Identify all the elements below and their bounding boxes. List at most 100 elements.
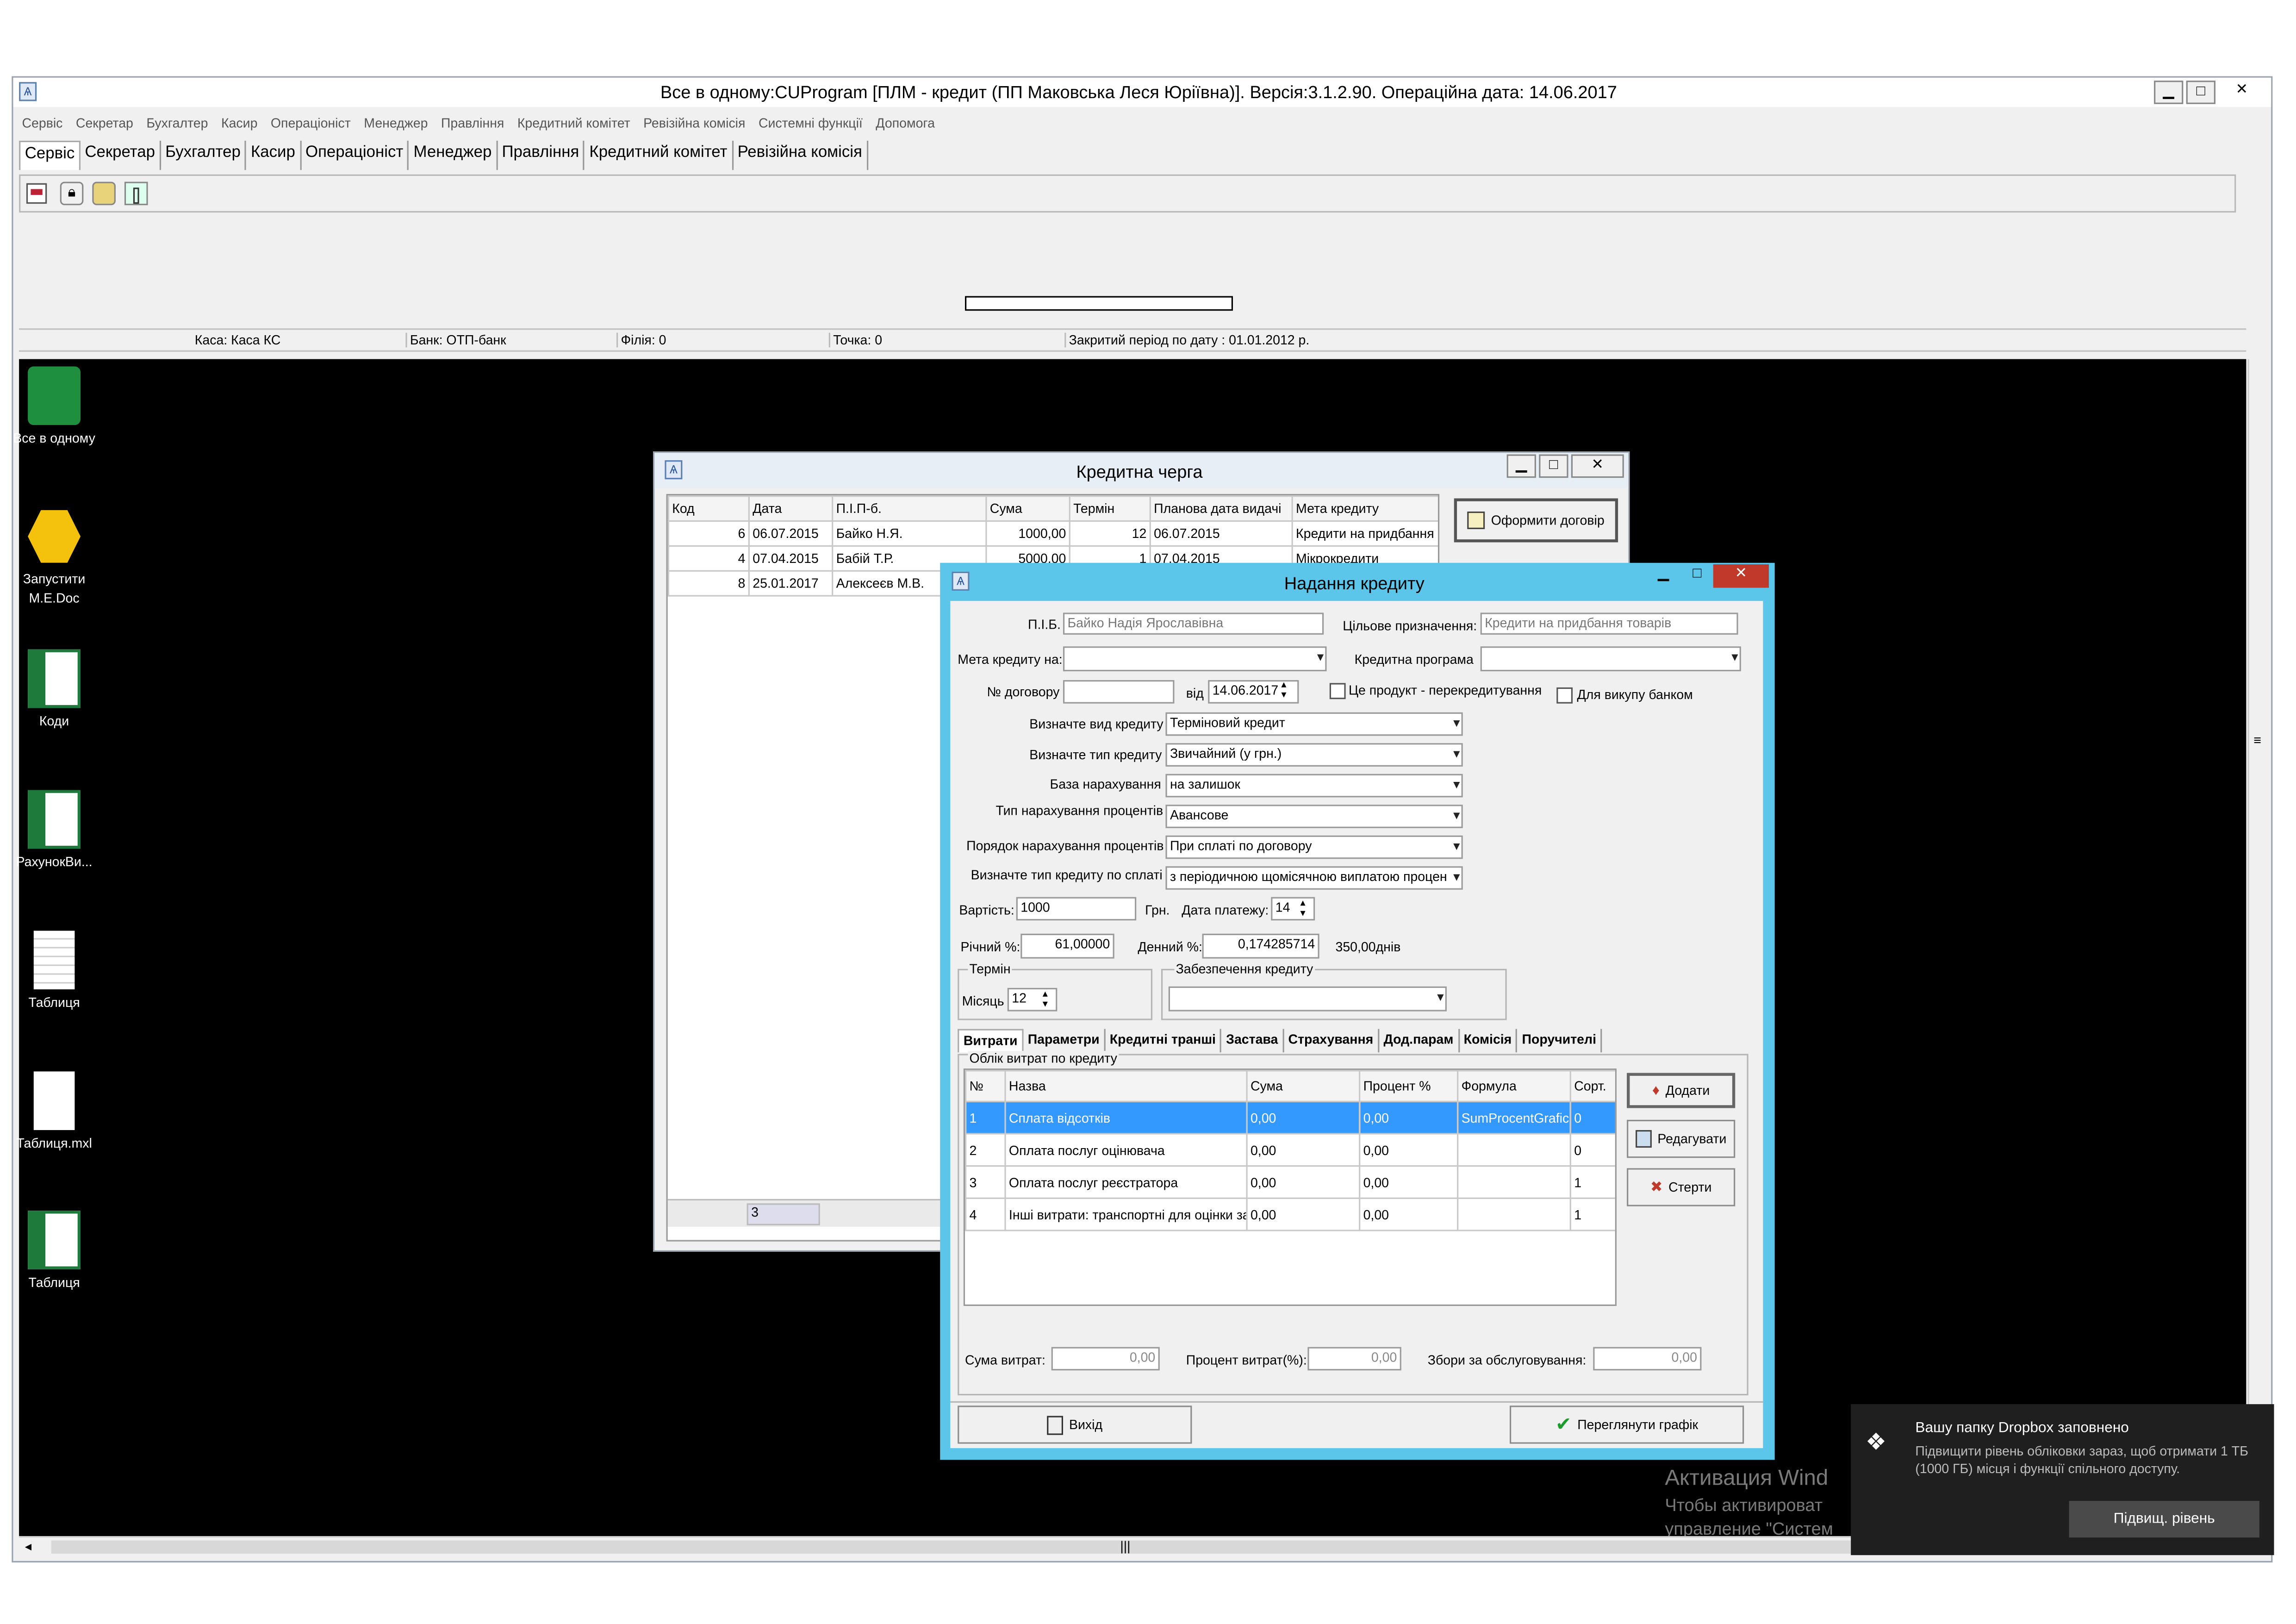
table-row[interactable]: 3 Оплата послуг реєстратора 0,00 0,00 1 — [965, 1165, 1615, 1199]
menu-item[interactable]: Секретар — [76, 116, 133, 136]
order-combo[interactable]: При сплаті по договору — [1165, 835, 1463, 859]
make-contract-button[interactable]: Оформити договір — [1454, 498, 1618, 543]
interest-type-combo[interactable]: Авансове — [1165, 805, 1463, 828]
repay-combo[interactable]: з періодичною щомісячною виплатою процен — [1165, 866, 1463, 890]
menu-item[interactable]: Операціоніст — [271, 116, 351, 136]
credit-tab[interactable]: Поручителі — [1518, 1029, 1602, 1053]
month-spinner-icon[interactable]: ▴ ▾ — [1043, 989, 1048, 1010]
column-header[interactable]: Формула — [1457, 1070, 1571, 1102]
credit-tab[interactable]: Витрати — [958, 1029, 1024, 1053]
column-header[interactable]: П.І.П-б. — [832, 495, 987, 522]
column-header[interactable]: Термін — [1069, 495, 1151, 522]
scroll-left-icon[interactable]: ◂ — [25, 1539, 31, 1555]
buyout-checkbox[interactable] — [1556, 687, 1573, 704]
type-combo[interactable]: Звичайний (у грн.) — [1165, 743, 1463, 767]
menu-item[interactable]: Допомога — [876, 116, 935, 136]
tab-item[interactable]: Касир — [247, 140, 301, 170]
pib-field[interactable]: Байко Надія Ярославівна — [1063, 612, 1324, 635]
menu-item[interactable]: Бухгалтер — [146, 116, 208, 136]
maximize-button[interactable]: □ — [1682, 564, 1711, 588]
month-field[interactable]: 12 — [1007, 987, 1058, 1012]
minimize-button[interactable]: ▁ — [1506, 454, 1536, 478]
tab-item[interactable]: Секретар — [81, 140, 161, 170]
column-header[interactable]: Процент % — [1359, 1070, 1459, 1102]
tab-item[interactable]: Сервіс — [19, 140, 81, 170]
vertical-scrollbar[interactable]: ≡ — [2247, 359, 2270, 1537]
menu-item[interactable]: Системні функції — [759, 116, 863, 136]
table-row[interactable]: 6 06.07.2015 Байко Н.Я. 1000,00 12 06.07.2015… — [667, 520, 1438, 547]
desktop-shortcut[interactable]: Таблиця — [10, 931, 98, 1012]
schedule-button[interactable]: ✔ Переглянути графік — [1509, 1405, 1744, 1444]
column-header[interactable]: Сума — [1246, 1070, 1361, 1102]
maximize-button[interactable]: □ — [1539, 454, 1568, 478]
table-row[interactable]: 2 Оплата послуг оцінювача 0,00 0,00 0 — [965, 1133, 1615, 1167]
tab-item[interactable]: Бухгалтер — [161, 140, 247, 170]
program-combo[interactable] — [1480, 646, 1741, 672]
base-combo[interactable]: на залишок — [1165, 774, 1463, 798]
column-header[interactable]: Мета кредиту — [1291, 495, 1438, 522]
column-header[interactable]: № — [965, 1070, 1006, 1102]
credit-tab[interactable]: Дод.парам — [1379, 1029, 1460, 1053]
add-button[interactable]: ♦ Додати — [1627, 1073, 1736, 1108]
column-header[interactable]: Назва — [1004, 1070, 1248, 1102]
tab-item[interactable]: Менеджер — [409, 140, 498, 170]
column-header[interactable]: Планова дата видачі — [1149, 495, 1293, 522]
lock-icon[interactable]: 🔒︎ — [60, 181, 84, 206]
exit-door-icon[interactable] — [124, 181, 148, 206]
menu-item[interactable]: Кредитний комітет — [517, 116, 630, 136]
close-button[interactable]: ✕ — [2227, 81, 2256, 104]
column-header[interactable]: Сума — [985, 495, 1070, 522]
tab-item[interactable]: Операціоніст — [301, 140, 410, 170]
minimize-button[interactable]: ▁ — [2154, 81, 2184, 104]
menu-item[interactable]: Сервіс — [22, 116, 62, 136]
contract-number-field[interactable] — [1063, 680, 1175, 704]
desktop-shortcut[interactable]: Таблиця — [10, 1211, 98, 1293]
tab-item[interactable]: Правління — [498, 140, 585, 170]
column-header[interactable]: Сорт. — [1569, 1070, 1615, 1102]
table-row[interactable]: 4 Інші витрати: транспортні для оцінки за… — [965, 1197, 1615, 1231]
maximize-button[interactable]: □ — [2186, 81, 2215, 104]
credit-tab[interactable]: Кредитні транші — [1105, 1029, 1222, 1053]
close-button[interactable]: ✕ — [1713, 564, 1769, 588]
tab-item[interactable]: Ревізійна комісія — [733, 140, 868, 170]
pct-field[interactable]: 0,00 — [1307, 1347, 1401, 1371]
goal-combo[interactable] — [1063, 646, 1327, 672]
date-spinner-icon[interactable]: ▴ ▾ — [1281, 680, 1286, 700]
desktop-shortcut[interactable]: Таблиця.mxl — [10, 1071, 98, 1153]
sum-field[interactable]: 0,00 — [1051, 1347, 1160, 1371]
refinance-checkbox[interactable] — [1329, 683, 1346, 700]
credit-tab[interactable]: Комісія — [1459, 1029, 1518, 1053]
kind-combo[interactable]: Терміновий кредит — [1165, 712, 1463, 736]
column-header[interactable]: Дата — [748, 495, 834, 522]
credit-tab[interactable]: Застава — [1222, 1029, 1284, 1053]
desktop-shortcut[interactable]: РахунокВи... — [10, 790, 98, 872]
close-button[interactable]: ✕ — [1571, 454, 1624, 478]
pay-date-field[interactable]: 14 — [1271, 897, 1315, 921]
desktop-shortcut[interactable]: Коди — [10, 649, 98, 731]
delete-button[interactable]: ✖ Стерти — [1627, 1168, 1736, 1206]
menu-item[interactable]: Ревізійна комісія — [643, 116, 745, 136]
edit-button[interactable]: Редагувати — [1627, 1119, 1736, 1158]
credit-tab[interactable]: Страхування — [1284, 1029, 1379, 1053]
users-icon[interactable] — [92, 181, 116, 206]
annual-field[interactable]: 61,00000 — [1020, 933, 1114, 959]
dropbox-toast[interactable]: ❖ Вашу папку Dropbox заповнено Підвищити… — [1851, 1404, 2274, 1555]
desktop-shortcut[interactable]: Все в одному — [10, 366, 98, 449]
pay-date-spinner-icon[interactable]: ▴ ▾ — [1300, 899, 1306, 919]
tab-item[interactable]: Кредитний комітет — [585, 140, 734, 170]
table-row[interactable]: 1 Сплата відсотків 0,00 0,00 SumProcentGrafi… — [965, 1100, 1615, 1135]
menu-item[interactable]: Менеджер — [364, 116, 428, 136]
upgrade-button[interactable]: Підвищ. рівень — [2069, 1501, 2259, 1538]
screen-icon[interactable] — [26, 183, 47, 204]
daily-field[interactable]: 0,174285714 — [1202, 933, 1319, 959]
cost-field[interactable]: 1000 — [1016, 897, 1137, 921]
credit-tab[interactable]: Параметри — [1023, 1029, 1106, 1053]
column-header[interactable]: Код — [667, 495, 750, 522]
fee-field[interactable]: 0,00 — [1593, 1347, 1702, 1371]
minimize-button[interactable]: ▁ — [1649, 564, 1678, 588]
menu-item[interactable]: Касир — [221, 116, 257, 136]
purpose-field[interactable]: Кредити на придбання товарів — [1480, 612, 1738, 635]
security-combo[interactable] — [1168, 986, 1447, 1012]
menu-item[interactable]: Правління — [441, 116, 504, 136]
desktop-shortcut[interactable]: Запустити M.E.Doc — [10, 507, 98, 608]
